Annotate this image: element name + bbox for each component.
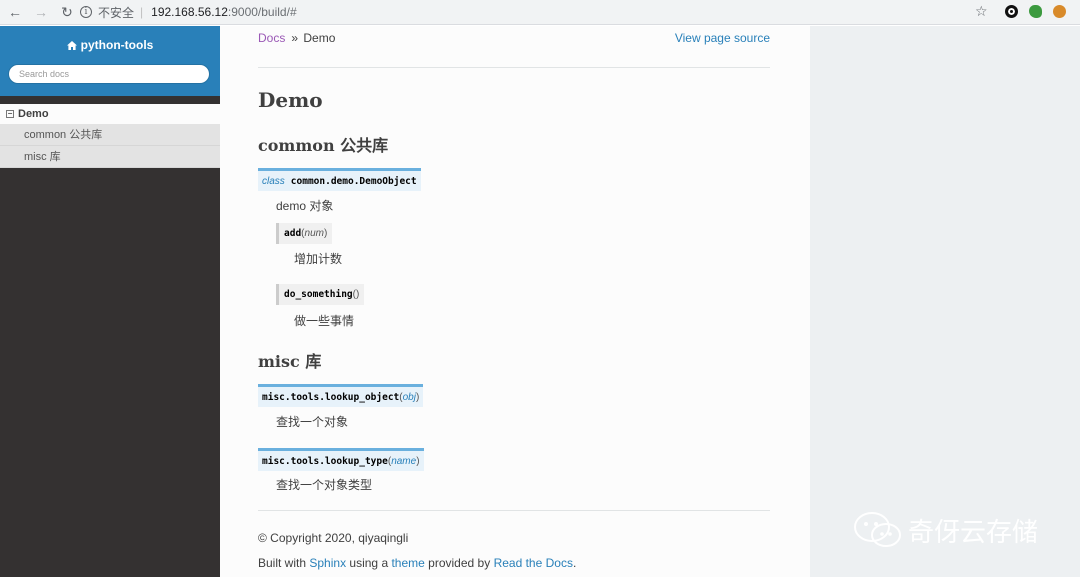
security-label: 不安全 — [98, 5, 135, 20]
read-the-docs-link[interactable]: Read the Docs — [494, 556, 573, 570]
method-signature-add: add(num) — [276, 223, 333, 244]
wechat-logo-icon — [854, 512, 901, 547]
paren-close: ) — [416, 455, 420, 467]
page-background-pane — [810, 26, 1080, 577]
copyright-text: © Copyright 2020, qiyaqingli — [258, 531, 409, 545]
class-signature: class common.demo.DemoObject — [258, 168, 421, 191]
collapse-toggle-icon[interactable]: − — [6, 110, 14, 118]
address-separator: | — [140, 5, 144, 19]
cookie-extension-icon[interactable] — [1053, 5, 1066, 18]
home-icon — [66, 40, 77, 50]
method-signature-do-something: do_something() — [276, 284, 365, 305]
function-description-lookup-type: 查找一个对象类型 — [276, 478, 373, 492]
header-divider — [258, 67, 770, 68]
function-signature-lookup-object: misc.tools.lookup_object(obj) — [258, 384, 424, 407]
toc-item-misc[interactable]: misc 库 — [0, 146, 220, 168]
theme-link[interactable]: theme — [391, 556, 424, 570]
built-with-text: Built with — [258, 556, 307, 570]
toc-item-common[interactable]: common 公共库 — [0, 124, 220, 146]
address-bar[interactable]: i 不安全 | 192.168.56.12:9000/build/# — [80, 2, 998, 22]
url-path: :9000/build/# — [227, 5, 297, 19]
view-page-source-link[interactable]: View page source — [675, 31, 770, 45]
page-title: Demo — [258, 88, 323, 112]
function-name-lookup-type: misc.tools.lookup_type — [262, 455, 388, 467]
method-name-add: add — [284, 228, 302, 239]
method-description-do-something: 做一些事情 — [294, 314, 355, 328]
section-heading-common: common 公共库 — [258, 136, 389, 155]
reload-icon[interactable]: ↻ — [56, 1, 78, 23]
breadcrumb-docs-link[interactable]: Docs — [258, 31, 285, 45]
function-signature-lookup-type: misc.tools.lookup_type(name) — [258, 448, 424, 471]
browser-toolbar: ← → ↻ i 不安全 | 192.168.56.12:9000/build/#… — [0, 0, 1080, 25]
project-home-link[interactable]: python-tools — [66, 38, 154, 52]
project-name: python-tools — [80, 38, 154, 52]
main-content: Docs » Demo View page source Demo common … — [220, 26, 810, 577]
built-with-line: Built with Sphinx using a theme provided… — [258, 556, 576, 570]
breadcrumb-current: Demo — [303, 31, 336, 45]
bookmark-star-icon[interactable]: ☆ — [975, 3, 988, 20]
param-name: name — [391, 455, 417, 467]
info-icon[interactable]: i — [80, 6, 92, 18]
method-description-add: 增加计数 — [294, 252, 343, 266]
watermark: 奇伢云存储 — [852, 510, 1038, 550]
sidebar: python-tools − Demo common 公共库 misc 库 — [0, 26, 220, 577]
toc-menu: − Demo common 公共库 misc 库 — [0, 104, 220, 168]
breadcrumb: Docs » Demo View page source — [258, 31, 770, 45]
provided-by-text: provided by — [428, 556, 491, 570]
evernote-extension-icon[interactable] — [1029, 5, 1042, 18]
paren-close: ) — [323, 228, 328, 239]
function-description-lookup-object: 查找一个对象 — [276, 415, 349, 429]
paren-close: ) — [355, 289, 360, 300]
breadcrumb-separator: » — [291, 31, 299, 45]
footer-period: . — [572, 556, 577, 570]
extension-circle-icon[interactable] — [1005, 5, 1018, 18]
class-description: demo 对象 — [276, 199, 334, 213]
forward-arrow-icon[interactable]: → — [30, 1, 52, 23]
watermark-text: 奇伢云存储 — [908, 517, 1039, 548]
param-num: num — [304, 228, 324, 239]
function-name-lookup-object: misc.tools.lookup_object — [262, 391, 400, 403]
class-keyword: class — [262, 175, 285, 187]
footer-divider — [258, 510, 770, 511]
class-name: common.demo.DemoObject — [290, 175, 417, 187]
search-input[interactable] — [8, 64, 210, 84]
sphinx-link[interactable]: Sphinx — [309, 556, 346, 570]
sidebar-header: python-tools — [0, 26, 220, 96]
back-arrow-icon[interactable]: ← — [4, 1, 26, 23]
url-host: 192.168.56.12 — [151, 5, 228, 19]
method-name-do-something: do_something — [284, 289, 353, 300]
using-a-text: using a — [349, 556, 389, 570]
param-obj: obj — [402, 391, 416, 403]
toc-item-demo-label: Demo — [18, 108, 49, 120]
toc-item-demo[interactable]: − Demo — [0, 104, 220, 124]
sidebar-gap — [0, 96, 220, 104]
paren-close: ) — [415, 391, 420, 403]
section-heading-misc: misc 库 — [258, 352, 322, 371]
